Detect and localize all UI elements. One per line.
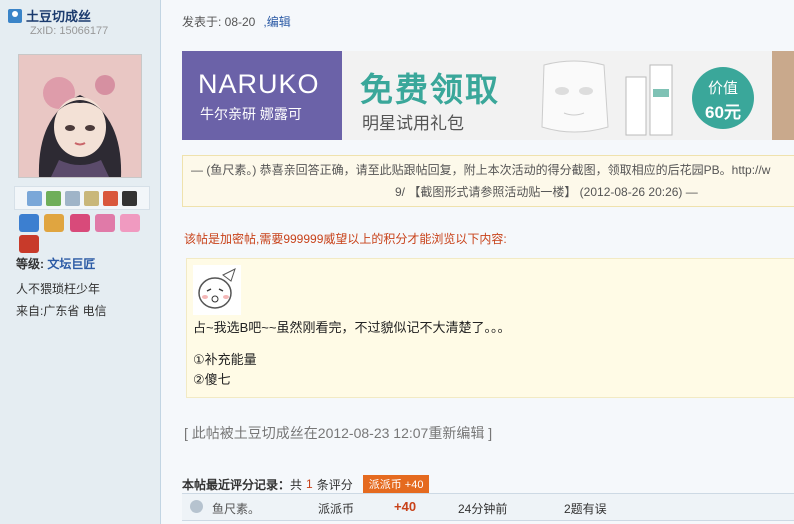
medal-icon[interactable] [69, 214, 90, 232]
emoticon-icon [193, 265, 241, 315]
grade-value-link[interactable]: 文坛巨匠 [47, 257, 95, 271]
model-photo [772, 51, 794, 140]
answer-option-1: ①补充能量 [193, 352, 257, 367]
user-grade: 等级: 文坛巨匠 [16, 255, 95, 272]
avatar[interactable] [18, 54, 142, 178]
message-icon[interactable] [27, 190, 42, 206]
rating-header: 本帖最近评分记录： 共 1 条评分 派派币 +40 [182, 475, 430, 493]
username-label[interactable]: 土豆切成丝 [26, 6, 91, 25]
medal-list [18, 214, 148, 256]
rating-count-prefix: 共 [290, 477, 303, 492]
rating-count-suffix: 条评分 [316, 477, 353, 492]
encrypted-post-message: 该帖是加密帖,需要999999威望以上的积分才能浏览以下内容: [184, 232, 507, 246]
brand-subtitle: 牛尔亲研 娜露可 [200, 106, 302, 122]
user-motto: 人不猥琐枉少年 [16, 282, 101, 296]
add-friend-icon[interactable] [46, 190, 61, 206]
rating-user[interactable]: 鱼尺素。 [212, 500, 260, 517]
user-action-bar [14, 186, 150, 210]
medal-icon[interactable] [19, 235, 39, 253]
heart-medal-icon[interactable] [120, 214, 141, 232]
post-date: 发表于: 08-20 [182, 15, 256, 29]
reward-notice: — (鱼尺素。) 恭喜亲回答正确，请至此贴跟帖回复，附上本次活动的得分截图，领取… [182, 155, 794, 207]
brand-logo: NARUKO [198, 69, 320, 99]
edit-history-note: [ 此帖被土豆切成丝在2012-08-23 12:07重新编辑 ] [184, 425, 493, 441]
value-label: 价值 [707, 80, 738, 97]
banner-subline: 明星试用礼包 [362, 114, 464, 133]
edit-link[interactable]: ,编辑 [263, 15, 290, 29]
brand-block: NARUKO 牛尔亲研 娜露可 [182, 51, 342, 140]
rating-row: 鱼尺素。 派派币 +40 24分钟前 2题有误 [182, 493, 794, 521]
medal-icon[interactable] [44, 214, 65, 232]
rating-reason: 2题有误 [564, 502, 607, 516]
user-sidebar: 土豆切成丝 ZxID: 15066177 等级: 文坛巨匠 人不猥琐枉少年 来自… [0, 0, 161, 524]
reply-content: 占~我选B吧~~虽然刚看完，不过貌似记不大清楚了。。。 ①补充能量 ②傻七 [186, 258, 794, 398]
product-bottles-image [625, 64, 673, 136]
profile-icon[interactable] [84, 190, 99, 206]
answer-option-2: ②傻七 [193, 372, 231, 387]
rating-title: 本帖最近评分记录： [182, 477, 291, 492]
rating-count: 1 [306, 477, 313, 491]
notice-line-2: 9/ 【截图形式请参照活动贴一楼】 (2012-08-26 20:26) — [395, 185, 698, 199]
user-avatar-icon [190, 500, 203, 513]
post-meta: 发表于: 08-20 ,编辑 [182, 13, 291, 30]
avatar-illustration [19, 55, 141, 177]
qq-icon[interactable] [122, 190, 137, 206]
ad-banner[interactable]: NARUKO 牛尔亲研 娜露可 免费领取 明星试用礼包 价值 60元 [182, 51, 794, 140]
username[interactable]: 土豆切成丝 [8, 6, 91, 25]
heart-medal-icon[interactable] [95, 214, 116, 232]
value-badge: 价值 60元 [692, 67, 754, 129]
rating-badge: 派派币 +40 [362, 475, 430, 493]
rating-amount: +40 [394, 499, 417, 514]
grade-label: 等级: [16, 257, 44, 271]
rating-currency: 派派币 [318, 502, 355, 516]
rating-time: 24分钟前 [458, 502, 508, 516]
medal-icon[interactable] [19, 214, 39, 232]
value-amount: 60元 [705, 103, 741, 122]
user-id: ZxID: 15066177 [30, 25, 109, 37]
blocks-icon[interactable] [103, 190, 118, 206]
notice-line-1: — (鱼尺素。) 恭喜亲回答正确，请至此贴跟帖回复，附上本次活动的得分截图，领取… [191, 163, 771, 177]
user-location: 来自:广东省 电信 [16, 304, 107, 318]
banner-headline: 免费领取 [360, 71, 500, 108]
search-posts-icon[interactable] [65, 190, 80, 206]
face-mask-image [541, 60, 609, 133]
user-icon [8, 8, 22, 23]
reply-text: 占~我选B吧~~虽然刚看完，不过貌似记不大清楚了。。。 [193, 320, 511, 335]
